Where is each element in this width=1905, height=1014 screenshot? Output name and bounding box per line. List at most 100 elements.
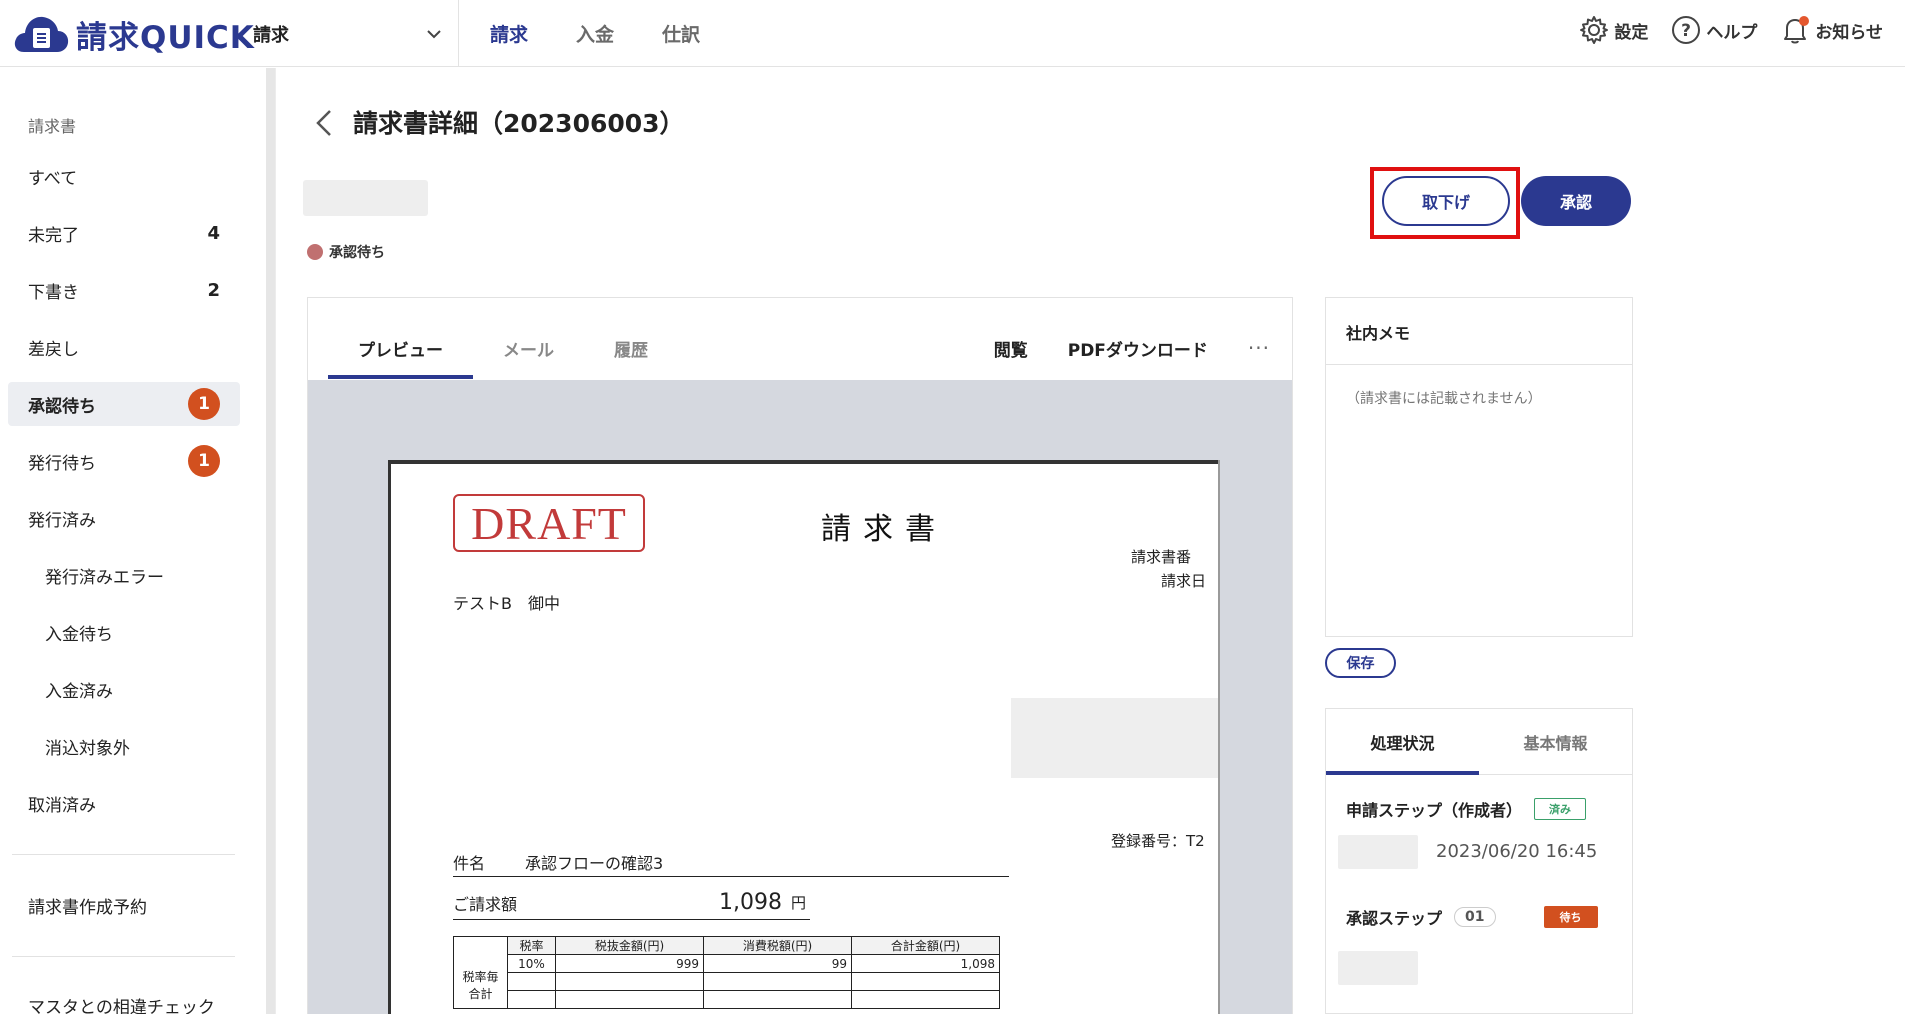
tab-basic-info[interactable]: 基本情報 [1479, 709, 1632, 774]
sidebar-item-all[interactable]: すべて [8, 154, 240, 198]
table-row: 税率毎合計 税率 税抜金額(円) 消費税額(円) 合計金額(円) [453, 936, 1000, 1009]
sidebar-item-issued[interactable]: 発行済み [8, 496, 240, 540]
sidebar-item-awaiting-issue[interactable]: 発行待ち 1 [8, 439, 240, 483]
sidebar-item-count: 4 [207, 222, 220, 244]
process-status-card: 処理状況 基本情報 申請ステップ（作成者） 済み 2023/06/20 16:4… [1325, 708, 1633, 1014]
save-memo-button[interactable]: 保存 [1325, 648, 1396, 678]
sidebar-heading: 請求書 [28, 117, 77, 136]
app-logo[interactable]: 請求QUICK [12, 12, 255, 56]
page-title: 請求書詳細（202306003） [353, 109, 685, 138]
sidebar-item-label: 発行済み [28, 510, 96, 531]
sidebar-item-label: 入金待ち [45, 624, 113, 645]
count-badge: 1 [188, 445, 220, 477]
step-waiting-tag: 待ち [1543, 906, 1598, 928]
invoice-paper: DRAFT 請求書 請求書番 請求日 テストB 御中 登録番号：T2 件名 承認… [388, 460, 1218, 1014]
approve-button[interactable]: 承認 [1521, 176, 1631, 226]
sidebar-item-cancelled[interactable]: 取消済み [8, 781, 240, 825]
customer-name: テストB 御中 [453, 594, 560, 613]
table-header: 合計金額(円) [851, 936, 1000, 955]
tab-preview[interactable]: プレビュー [328, 318, 473, 379]
main-divider [275, 68, 276, 1014]
status-dot [307, 244, 323, 260]
subject-row: 件名 承認フローの確認3 [453, 847, 1009, 877]
subject-value: 承認フローの確認3 [525, 853, 664, 873]
invoice-title: 請求書 [821, 512, 947, 547]
help-link[interactable]: ? ヘルプ [1670, 14, 1757, 46]
settings-link[interactable]: 設定 [1578, 14, 1648, 46]
status-indicator: 承認待ち [307, 242, 385, 262]
redacted-placeholder [1338, 835, 1418, 869]
count-badge: 1 [188, 388, 220, 420]
sidebar-item-label: マスタとの相違チェック [28, 997, 215, 1014]
step-application: 申請ステップ（作成者） 済み [1346, 797, 1587, 821]
tab-mail[interactable]: メール [473, 318, 584, 378]
sidebar-item-label: 承認待ち [28, 396, 96, 417]
sidebar-divider [12, 956, 235, 957]
sidebar-item-paid[interactable]: 入金済み [8, 667, 240, 711]
invoice-date-label: 請求日 [1161, 572, 1207, 590]
sidebar-item-awaiting-payment[interactable]: 入金待ち [8, 610, 240, 654]
preview-actions: 閲覧 PDFダウンロード ··· [994, 318, 1270, 378]
preview-card: プレビュー メール 履歴 閲覧 PDFダウンロード ··· DRAFT 請求書 … [307, 297, 1293, 1014]
table-cell: 99 [703, 954, 852, 973]
invoice-number-label: 請求書番 [1131, 548, 1192, 566]
sidebar-item-label: 消込対象外 [45, 738, 130, 759]
more-options-icon[interactable]: ··· [1248, 336, 1270, 360]
header-divider [458, 0, 459, 67]
nav-journal[interactable]: 仕訳 [662, 20, 700, 47]
sidebar-item-incomplete[interactable]: 未完了 4 [8, 211, 240, 255]
internal-memo-card: 社内メモ [1325, 297, 1633, 637]
notifications-link[interactable]: お知らせ [1779, 14, 1883, 46]
amount-value: 1,098 [719, 890, 782, 915]
table-header: 税率 [507, 936, 556, 955]
invoice-preview-area[interactable]: DRAFT 請求書 請求書番 請求日 テストB 御中 登録番号：T2 件名 承認… [308, 380, 1292, 1014]
sidebar-scrollbar[interactable] [266, 68, 275, 1014]
table-row [454, 972, 1000, 991]
sidebar-item-returned[interactable]: 差戻し [8, 325, 240, 369]
table-cell: 10% [507, 954, 556, 973]
redacted-placeholder [1011, 698, 1218, 778]
step-date: 2023/06/20 16:45 [1436, 841, 1598, 862]
table-cell: 999 [555, 954, 704, 973]
status-tabs: 処理状況 基本情報 [1326, 709, 1632, 775]
memo-input[interactable] [1346, 388, 1616, 516]
registration-number: 登録番号：T2 [1111, 832, 1205, 850]
table-row-label: 税率毎合計 [453, 936, 508, 1009]
table-row: 10% 999 99 1,098 [454, 954, 1000, 973]
sidebar-item-awaiting-approval[interactable]: 承認待ち 1 [8, 382, 240, 426]
tab-history[interactable]: 履歴 [584, 318, 678, 378]
withdraw-button[interactable]: 取下げ [1382, 176, 1510, 226]
view-button[interactable]: 閲覧 [994, 336, 1028, 361]
app-header: 請求QUICK 請求 請求 入金 仕訳 設定 ? ヘルプ お知らせ [0, 0, 1905, 67]
top-nav: 請求 入金 仕訳 [490, 20, 700, 47]
sidebar-divider [12, 854, 235, 855]
module-select-value: 請求 [253, 25, 289, 46]
sidebar-item-label: 差戻し [28, 339, 79, 360]
nav-invoice[interactable]: 請求 [490, 20, 528, 47]
sidebar-item-drafts[interactable]: 下書き 2 [8, 268, 240, 312]
subject-label: 件名 [453, 853, 486, 873]
sidebar-item-issue-error[interactable]: 発行済みエラー [8, 553, 240, 597]
sidebar-item-master-check[interactable]: マスタとの相違チェック [8, 983, 240, 1014]
sidebar-item-excluded[interactable]: 消込対象外 [8, 724, 240, 768]
tab-process-status[interactable]: 処理状況 [1326, 709, 1479, 775]
step-label: 申請ステップ（作成者） [1346, 801, 1523, 820]
preview-tabs: プレビュー メール 履歴 [328, 318, 678, 379]
module-select[interactable]: 請求 [253, 16, 443, 52]
table-header: 消費税額(円) [703, 936, 852, 955]
sidebar-item-label: すべて [28, 168, 78, 189]
redacted-placeholder [1338, 951, 1418, 985]
tax-table: 税率毎合計 税率 税抜金額(円) 消費税額(円) 合計金額(円) 10% 999… [453, 936, 1000, 1009]
logo-text: 請求QUICK [76, 19, 255, 56]
step-approval: 承認ステップ 01 待ち [1346, 905, 1598, 929]
table-row [454, 990, 1000, 1009]
sidebar-item-schedule[interactable]: 請求書作成予約 [8, 883, 240, 927]
nav-payment[interactable]: 入金 [576, 20, 614, 47]
svg-text:?: ? [1681, 21, 1691, 41]
sidebar-item-label: 請求書作成予約 [28, 897, 147, 918]
back-chevron-icon[interactable] [312, 106, 338, 140]
pdf-download-button[interactable]: PDFダウンロード [1068, 336, 1208, 361]
step-label: 承認ステップ [1346, 909, 1443, 928]
draft-stamp: DRAFT [453, 494, 645, 552]
help-label: ヘルプ [1706, 22, 1758, 43]
